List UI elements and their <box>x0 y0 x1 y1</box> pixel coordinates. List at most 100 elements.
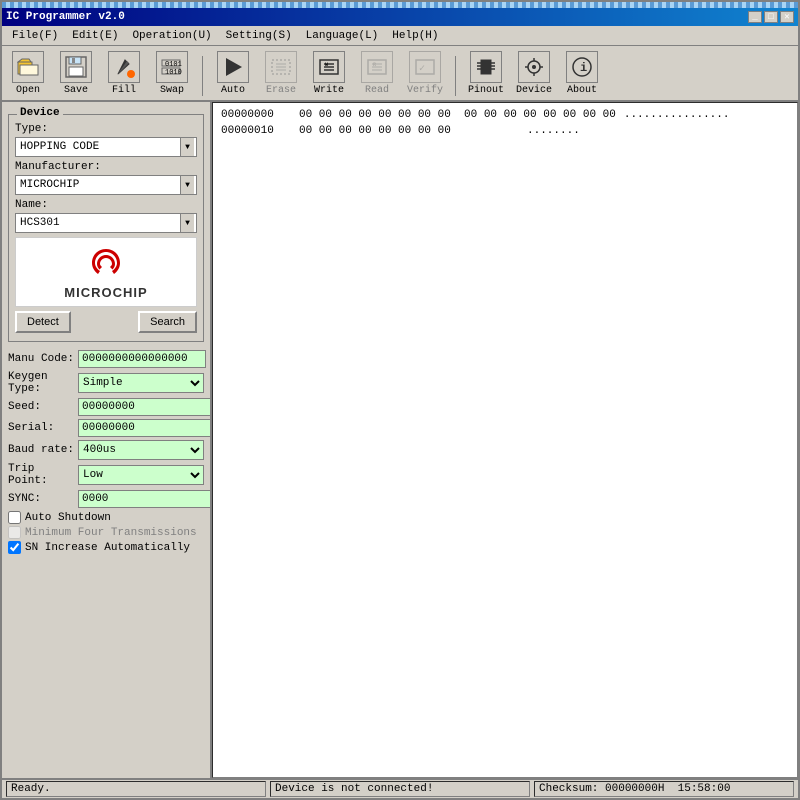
read-label: Read <box>365 85 389 96</box>
trip-point-select[interactable]: Low High <box>78 465 204 485</box>
verify-button[interactable]: ✓ Verify <box>405 51 445 96</box>
logo-area: MICROCHIP <box>15 237 197 307</box>
save-button[interactable]: Save <box>56 51 96 96</box>
status-device-text: Device is not connected! <box>275 783 433 795</box>
search-button[interactable]: Search <box>138 311 197 333</box>
write-icon: W <box>313 51 345 83</box>
serial-input[interactable] <box>78 419 212 437</box>
keygen-type-label: Keygen Type: <box>8 371 78 395</box>
menu-edit[interactable]: Edit(E) <box>66 29 124 43</box>
baud-rate-row: Baud rate: 400us 200us 100us <box>8 440 204 460</box>
swap-icon: 01011010 <box>156 51 188 83</box>
baud-rate-label: Baud rate: <box>8 444 78 456</box>
about-label: About <box>567 85 597 96</box>
type-combo-arrow: ▼ <box>180 138 194 156</box>
erase-button[interactable]: Erase <box>261 51 301 96</box>
close-button[interactable]: ✕ <box>780 11 794 23</box>
toolbar-separator-2 <box>455 56 456 96</box>
type-combo[interactable]: HOPPING CODE ▼ <box>15 137 197 157</box>
verify-icon: ✓ <box>409 51 441 83</box>
open-label: Open <box>16 85 40 96</box>
manu-code-input[interactable] <box>78 350 206 368</box>
microchip-text: MICROCHIP <box>64 285 147 300</box>
open-icon <box>12 51 44 83</box>
save-icon <box>60 51 92 83</box>
min-transmissions-checkbox[interactable] <box>8 526 21 539</box>
auto-label: Auto <box>221 85 245 96</box>
svg-text:i: i <box>580 61 587 75</box>
device-label: Device <box>516 85 552 96</box>
auto-button[interactable]: Auto <box>213 51 253 96</box>
status-ready-text: Ready. <box>11 783 51 795</box>
hex-panel: 00000000 00 00 00 00 00 00 00 00 00 00 0… <box>212 102 798 778</box>
device-button[interactable]: Device <box>514 51 554 96</box>
svg-text:0101: 0101 <box>165 61 182 69</box>
menu-language[interactable]: Language(L) <box>300 29 385 43</box>
seed-input[interactable] <box>78 398 212 416</box>
hex-addr-0: 00000000 <box>221 107 291 123</box>
type-label: Type: <box>15 123 197 135</box>
name-combo-arrow: ▼ <box>180 214 194 232</box>
auto-icon <box>217 51 249 83</box>
save-label: Save <box>64 85 88 96</box>
hex-ascii-1: ........ <box>527 123 580 139</box>
keygen-type-row: Keygen Type: Simple Advanced <box>8 371 204 395</box>
sync-label: SYNC: <box>8 493 78 505</box>
title-bar: IC Programmer v2.0 _ □ ✕ <box>2 8 798 26</box>
menu-setting[interactable]: Setting(S) <box>220 29 298 43</box>
sync-row: SYNC: <box>8 490 204 508</box>
swap-button[interactable]: 01011010 Swap <box>152 51 192 96</box>
open-button[interactable]: Open <box>8 51 48 96</box>
manufacturer-combo[interactable]: MICROCHIP ▼ <box>15 175 197 195</box>
hex-addr-1: 00000010 <box>221 123 291 139</box>
menu-help[interactable]: Help(H) <box>386 29 444 43</box>
sync-input[interactable] <box>78 490 212 508</box>
sn-increase-checkbox[interactable] <box>8 541 21 554</box>
fill-button[interactable]: Fill <box>104 51 144 96</box>
swap-label: Swap <box>160 85 184 96</box>
main-window: IC Programmer v2.0 _ □ ✕ File(F) Edit(E)… <box>0 0 800 800</box>
write-button[interactable]: W Write <box>309 51 349 96</box>
toolbar-separator-1 <box>202 56 203 96</box>
baud-rate-select[interactable]: 400us 200us 100us <box>78 440 204 460</box>
hex-bytes-1: 00 00 00 00 00 00 00 00 <box>299 123 519 139</box>
toolbar: Open Save Fill 01011010 Swap Auto <box>2 46 798 102</box>
detect-search-row: Detect Search <box>15 311 197 333</box>
auto-shutdown-row: Auto Shutdown <box>8 511 204 524</box>
window-controls: _ □ ✕ <box>748 11 794 23</box>
auto-shutdown-checkbox[interactable] <box>8 511 21 524</box>
write-label: Write <box>314 85 344 96</box>
auto-shutdown-label: Auto Shutdown <box>25 512 111 524</box>
svg-text:1010: 1010 <box>165 69 182 77</box>
name-value: HCS301 <box>18 217 180 229</box>
about-button[interactable]: i About <box>562 51 602 96</box>
manu-code-row: Manu Code: <box>8 350 204 368</box>
min-transmissions-row: Minimum Four Transmissions <box>8 526 204 539</box>
serial-row: Serial: <box>8 419 204 437</box>
keygen-type-select[interactable]: Simple Advanced <box>78 373 204 393</box>
menu-operation[interactable]: Operation(U) <box>126 29 217 43</box>
read-icon: R <box>361 51 393 83</box>
serial-label: Serial: <box>8 422 78 434</box>
name-combo[interactable]: HCS301 ▼ <box>15 213 197 233</box>
left-panel: Device Type: HOPPING CODE ▼ Manufacturer… <box>2 102 212 778</box>
menu-file[interactable]: File(F) <box>6 29 64 43</box>
minimize-button[interactable]: _ <box>748 11 762 23</box>
type-value: HOPPING CODE <box>18 141 180 153</box>
maximize-button[interactable]: □ <box>764 11 778 23</box>
about-icon: i <box>566 51 598 83</box>
device-icon <box>518 51 550 83</box>
pinout-button[interactable]: Pinout <box>466 51 506 96</box>
read-button[interactable]: R Read <box>357 51 397 96</box>
status-checksum: Checksum: 00000000H 15:58:00 <box>534 781 794 797</box>
svg-text:✓: ✓ <box>419 64 425 75</box>
svg-text:W: W <box>325 62 328 68</box>
manu-code-label: Manu Code: <box>8 353 78 365</box>
main-content: Device Type: HOPPING CODE ▼ Manufacturer… <box>2 102 798 778</box>
svg-text:R: R <box>373 62 376 68</box>
hex-bytes-0: 00 00 00 00 00 00 00 00 00 00 00 00 00 0… <box>299 107 616 123</box>
detect-button[interactable]: Detect <box>15 311 71 333</box>
erase-label: Erase <box>266 85 296 96</box>
data-fields-section: Manu Code: Keygen Type: Simple Advanced … <box>8 346 204 560</box>
window-title: IC Programmer v2.0 <box>6 11 125 23</box>
